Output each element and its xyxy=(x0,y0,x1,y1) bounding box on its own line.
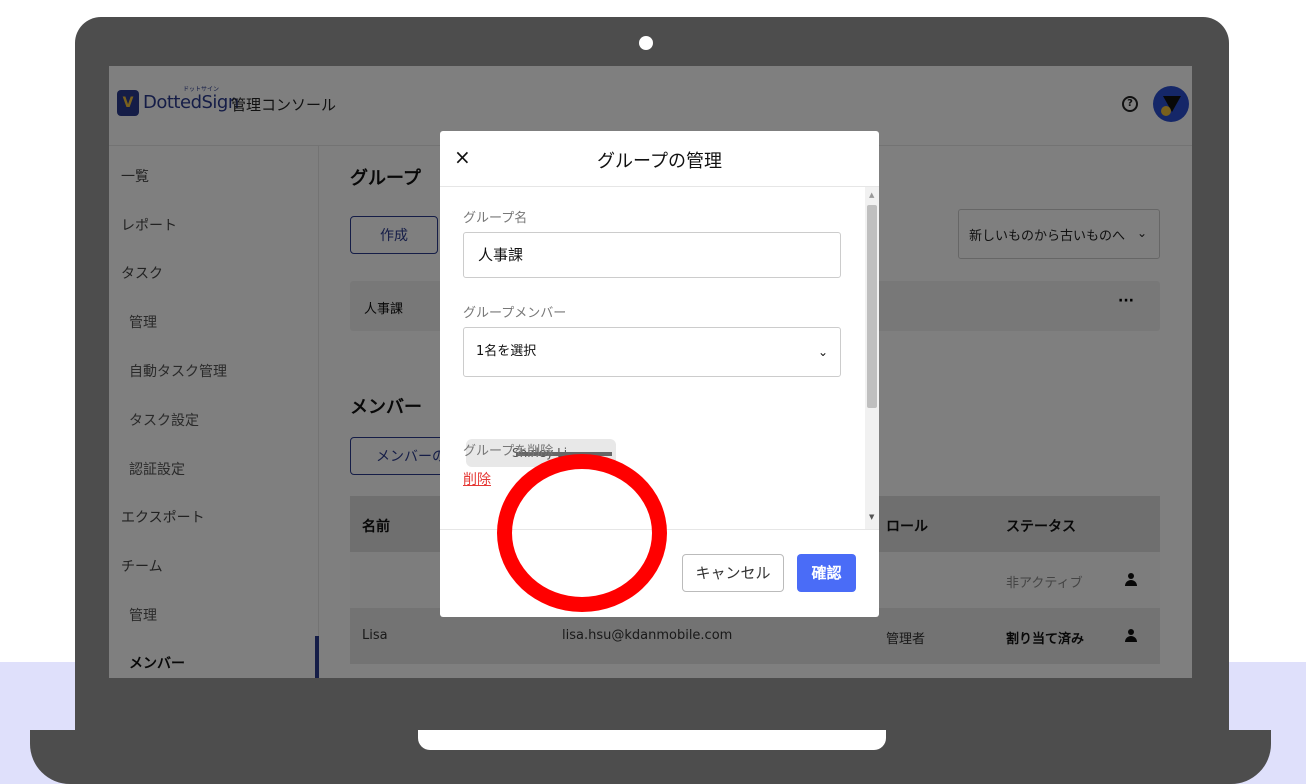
dialog-header: グループの管理 × xyxy=(440,131,879,187)
highlight-ring xyxy=(497,454,667,612)
cancel-button[interactable]: キャンセル xyxy=(682,554,784,592)
close-icon[interactable]: × xyxy=(454,145,471,169)
scroll-down-icon[interactable]: ▼ xyxy=(869,513,874,521)
group-name-input[interactable]: 人事課 xyxy=(463,232,841,278)
dialog-title: グループの管理 xyxy=(597,151,722,172)
chevron-down-icon: ⌄ xyxy=(817,345,828,359)
laptop-notch xyxy=(418,730,886,750)
group-members-label: グループメンバー xyxy=(463,306,567,321)
camera-icon xyxy=(639,36,653,50)
dialog-body: グループ名 人事課 グループメンバー 1名を選択 ⌄ Shirley Li グル… xyxy=(440,187,865,529)
scroll-up-icon[interactable]: ▲ xyxy=(869,191,874,199)
delete-group-section-label: グループを削除 xyxy=(463,444,554,459)
delete-group-link[interactable]: 削除 xyxy=(463,469,491,489)
group-members-select[interactable]: 1名を選択 ⌄ xyxy=(463,327,841,377)
confirm-button[interactable]: 確認 xyxy=(797,554,856,592)
dialog-scrollbar[interactable]: ▲ ▼ xyxy=(865,187,879,529)
scroll-thumb[interactable] xyxy=(867,205,877,408)
group-name-label: グループ名 xyxy=(463,211,528,226)
group-members-value: 1名を選択 xyxy=(476,344,537,359)
app-screen: V DottedSign ドットサイン 管理コンソール ? 一覧 レポート タス… xyxy=(109,66,1192,678)
laptop-mockup: V DottedSign ドットサイン 管理コンソール ? 一覧 レポート タス… xyxy=(0,0,1306,784)
